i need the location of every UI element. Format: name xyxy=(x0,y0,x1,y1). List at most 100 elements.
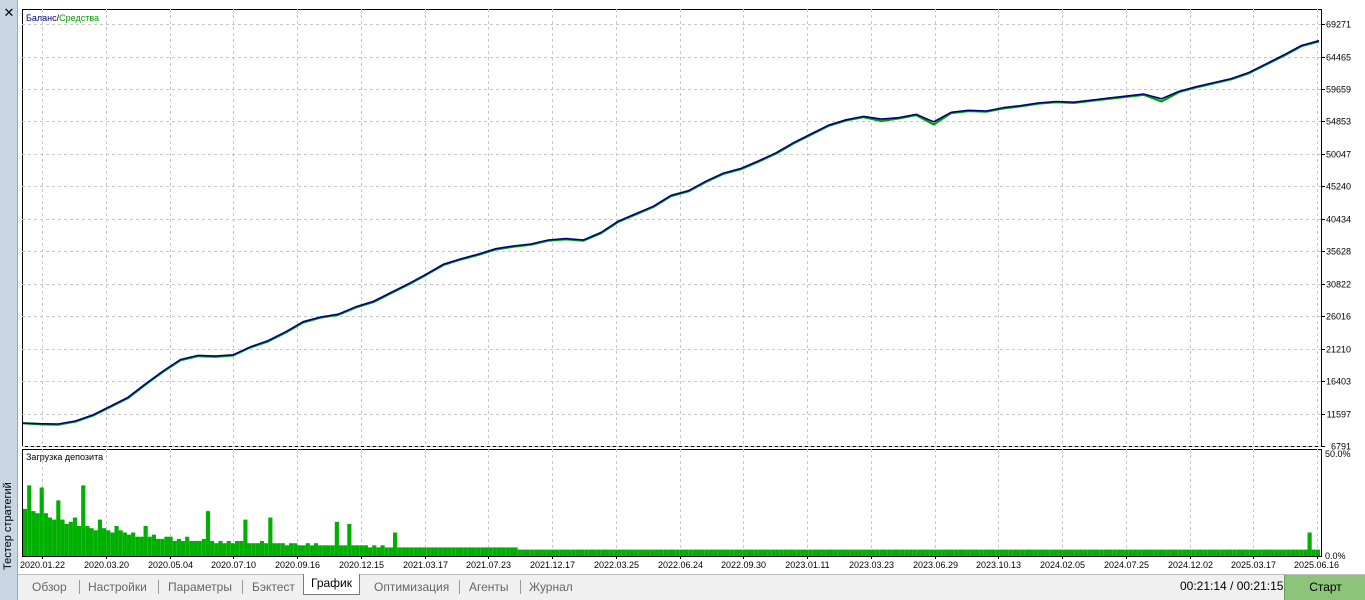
load-bar xyxy=(609,549,614,556)
load-bar xyxy=(846,549,851,556)
load-bar xyxy=(559,549,564,556)
tab-backtest[interactable]: Бэктест xyxy=(252,577,295,597)
load-bar xyxy=(999,549,1005,556)
load-bar xyxy=(580,549,585,556)
load-bar xyxy=(925,549,930,556)
legend-equity: Средства xyxy=(59,13,99,23)
load-bar xyxy=(979,549,984,556)
load-bar xyxy=(1265,549,1271,556)
tab-settings[interactable]: Настройки xyxy=(88,577,147,597)
load-bar xyxy=(563,549,568,556)
load-bar xyxy=(301,545,306,556)
load-bar xyxy=(39,487,44,556)
load-bar xyxy=(966,549,971,556)
load-bar xyxy=(1020,549,1025,556)
load-bar xyxy=(696,549,701,556)
load-bar xyxy=(1162,549,1167,556)
load-bar xyxy=(530,549,535,556)
x-tick-label: 2020.03.20 xyxy=(84,560,129,570)
load-bar xyxy=(451,547,456,556)
load-bar xyxy=(1220,549,1225,556)
load-bar xyxy=(550,549,556,556)
tab-agents[interactable]: Агенты xyxy=(469,577,509,597)
load-bar xyxy=(513,547,518,556)
load-bar xyxy=(313,543,319,556)
load-bar xyxy=(742,549,747,556)
load-bar xyxy=(1274,549,1279,556)
load-bar xyxy=(1278,549,1283,556)
load-bar xyxy=(89,528,94,556)
load-bar xyxy=(596,549,601,556)
load-bar xyxy=(526,549,531,556)
load-bar xyxy=(1083,549,1088,556)
load-bar xyxy=(372,545,377,556)
load-bar xyxy=(746,549,751,556)
load-bar xyxy=(1141,549,1146,556)
load-bar xyxy=(205,511,211,556)
load-bar xyxy=(775,549,780,556)
tab-separator xyxy=(242,580,243,594)
load-bar xyxy=(1191,549,1196,556)
load-bar xyxy=(933,549,938,556)
load-bar xyxy=(829,549,834,556)
tab-separator xyxy=(158,580,159,594)
load-bar xyxy=(222,543,227,556)
load-bar xyxy=(1099,549,1104,556)
balance-y-axis: 69271 64465 59659 54853 50047 45240 40434 35628… xyxy=(1321,20,1351,452)
load-bar xyxy=(912,549,917,556)
load-bar xyxy=(1157,549,1163,556)
load-bar xyxy=(663,549,668,556)
load-bar xyxy=(185,536,190,556)
load-bar xyxy=(638,549,643,556)
tab-overview[interactable]: Обзор xyxy=(32,577,67,597)
load-bar xyxy=(1074,549,1079,556)
load-bar xyxy=(193,541,198,556)
load-bar xyxy=(376,547,381,556)
x-tick-label: 2022.09.30 xyxy=(721,560,766,570)
load-bar xyxy=(958,549,963,556)
y-tick-label: 16403 xyxy=(1326,377,1351,387)
load-bar xyxy=(995,549,1000,556)
load-bar xyxy=(122,532,127,556)
tab-parameters[interactable]: Параметры xyxy=(168,577,232,597)
load-bar xyxy=(509,547,514,556)
load-bar xyxy=(405,547,410,556)
load-bar xyxy=(767,549,772,556)
load-bar xyxy=(93,530,98,556)
load-bar xyxy=(738,549,743,556)
load-bar xyxy=(1186,549,1192,556)
start-button[interactable]: Старт xyxy=(1284,575,1365,600)
close-icon[interactable]: ✕ xyxy=(2,6,16,20)
load-bar xyxy=(1058,549,1063,556)
tab-separator xyxy=(79,580,80,594)
load-bar xyxy=(954,549,959,556)
tab-optimization[interactable]: Оптимизация xyxy=(374,577,449,597)
load-bar xyxy=(230,543,236,556)
load-bar xyxy=(875,549,880,556)
tab-graph[interactable]: График xyxy=(303,574,360,595)
load-bar xyxy=(854,549,859,556)
load-bar xyxy=(858,549,863,556)
load-bar xyxy=(792,549,797,556)
x-tick-label: 2021.07.23 xyxy=(466,560,511,570)
load-bar xyxy=(438,547,443,556)
load-bar xyxy=(717,549,722,556)
x-tick-label: 2025.06.16 xyxy=(1294,560,1339,570)
tab-separator xyxy=(459,580,460,594)
load-bar xyxy=(1137,549,1142,556)
load-bar xyxy=(1124,549,1129,556)
load-bar xyxy=(1066,549,1071,556)
load-bar xyxy=(1091,549,1096,556)
y-tick-label: 54853 xyxy=(1326,117,1351,127)
load-bar xyxy=(1174,549,1179,556)
x-tick-label: 2023.03.23 xyxy=(849,560,894,570)
load-bar xyxy=(725,549,730,556)
load-bar xyxy=(941,549,946,556)
load-bar xyxy=(1232,549,1237,556)
load-bar xyxy=(1045,549,1050,556)
load-bar xyxy=(629,549,635,556)
load-bar xyxy=(841,549,847,556)
load-bar xyxy=(700,549,705,556)
load-bar xyxy=(837,549,842,556)
tab-journal[interactable]: Журнал xyxy=(529,577,573,597)
